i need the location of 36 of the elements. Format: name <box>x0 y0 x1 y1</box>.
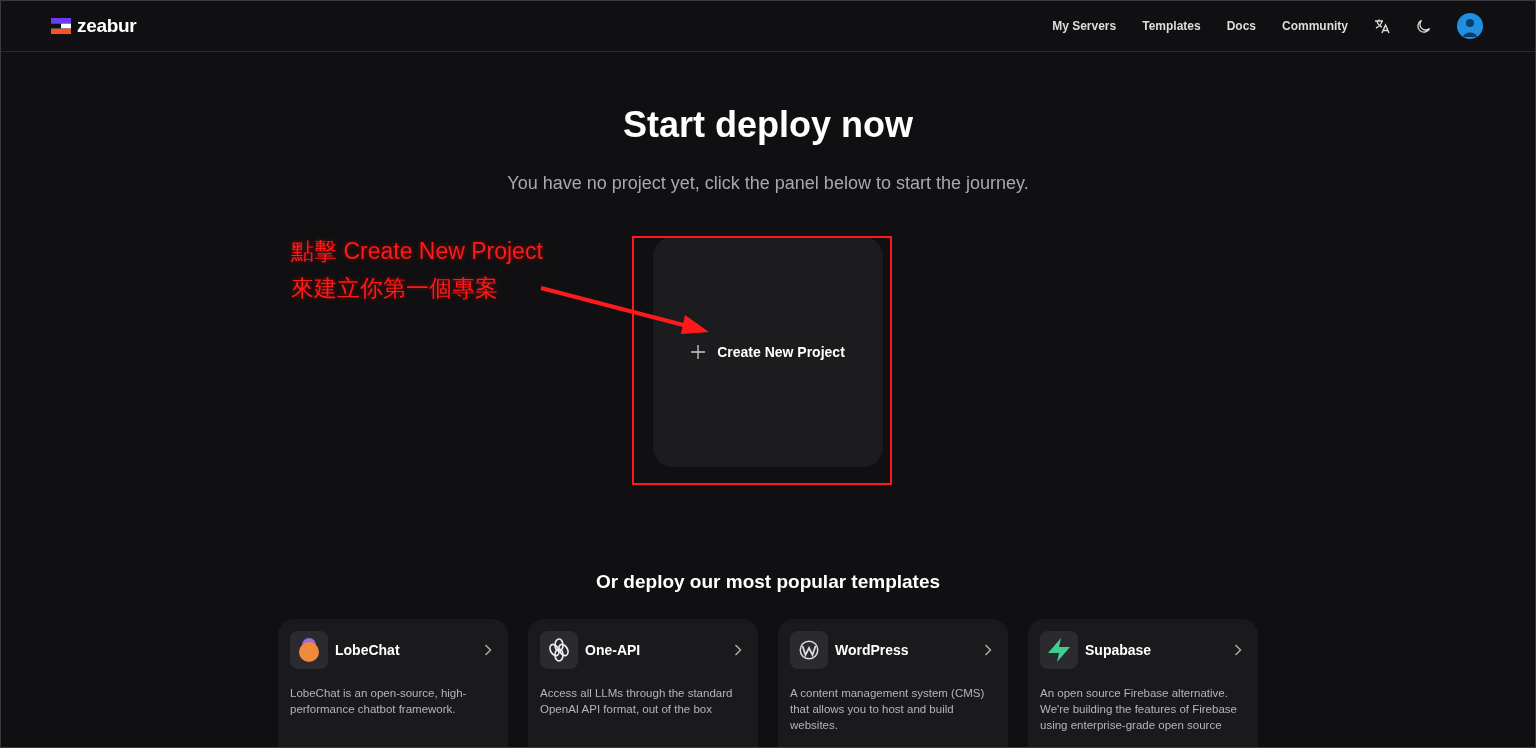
section-heading: Or deploy our most popular templates <box>595 571 941 593</box>
template-description: Access all LLMs through the standard OpenAI API format, out of the box <box>540 686 734 717</box>
lightning-icon <box>1046 637 1072 663</box>
nav-link[interactable]: Community <box>1282 19 1348 33</box>
template-description: An open source Firebase alternative. We're building the features of Firebase using enterprise-grade open source <box>1040 686 1238 733</box>
annotation-text: 來建立你第一個專案 <box>291 274 499 303</box>
template-name: One-API <box>585 642 642 658</box>
template-card[interactable]: Supabase An open source Firebase alternative. We're building the features of Firebase using enterprise-grade open source <box>1028 619 1258 747</box>
template-description: LobeChat is an open-source, high-performance chatbot framework. <box>290 686 468 717</box>
chevron-right-icon <box>484 644 492 656</box>
nav-link[interactable]: Templates <box>1142 19 1201 33</box>
template-name: LobeChat <box>335 642 401 658</box>
logo-icon[interactable] <box>51 18 71 34</box>
template-card[interactable]: One-API Access all LLMs through the standard OpenAI API format, out of the box <box>528 619 758 747</box>
logo-text[interactable]: zeabur <box>77 15 137 37</box>
translate-icon[interactable] <box>1374 18 1390 34</box>
page-title: Start deploy now <box>623 104 913 146</box>
template-name: Supabase <box>1085 642 1153 658</box>
mascot-icon <box>297 637 321 663</box>
annotation-text: 點擊 Create New Project <box>291 237 543 266</box>
plus-icon <box>691 345 706 359</box>
template-card[interactable]: LobeChat LobeChat is an open-source, high-performance chatbot framework. <box>278 619 508 747</box>
chevron-right-icon <box>1234 644 1242 656</box>
avatar-icon[interactable] <box>1457 13 1483 39</box>
circle-logo-icon <box>799 640 819 660</box>
chevron-right-icon <box>984 644 992 656</box>
template-name: WordPress <box>835 642 910 658</box>
knot-icon <box>547 638 571 662</box>
chevron-right-icon <box>734 644 742 656</box>
create-project-card[interactable]: Create New Project <box>653 237 883 467</box>
nav-link[interactable]: Docs <box>1226 19 1256 33</box>
template-description: A content management system (CMS) that allows you to host and build websites. <box>790 686 986 733</box>
nav-link[interactable]: My Servers <box>1052 19 1117 33</box>
template-card[interactable]: WordPress A content management system (CMS) that allows you to host and build websites. <box>778 619 1008 747</box>
moon-icon[interactable] <box>1416 18 1431 34</box>
page-subtitle: You have no project yet, click the panel below to start the journey. <box>507 173 1029 194</box>
